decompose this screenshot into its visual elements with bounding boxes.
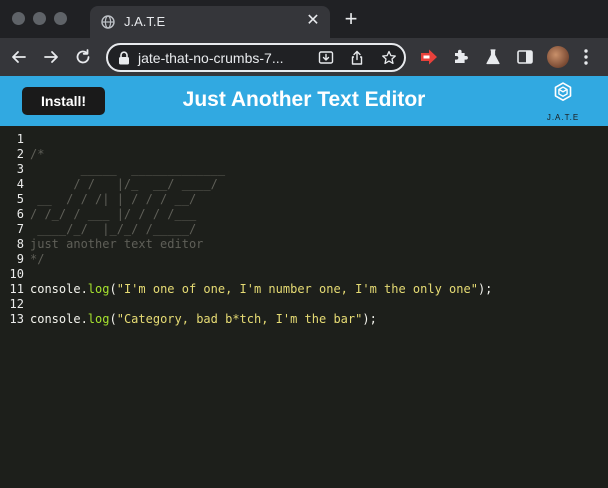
code-line[interactable]: 2 /* [0, 147, 608, 162]
code-line[interactable]: 1 [0, 132, 608, 147]
code-token-comment: _____ _____________ [30, 162, 226, 176]
line-content[interactable]: console.log("I'm one of one, I'm number … [30, 282, 492, 297]
code-token-comment: / / |/_ __/ ____/ [30, 177, 218, 191]
code-token-comment: */ [30, 252, 45, 266]
close-window-button[interactable] [12, 12, 25, 25]
browser-tab-strip: J.A.T.E ✕ + [0, 0, 608, 38]
code-line[interactable]: 11 console.log("I'm one of one, I'm numbe… [0, 282, 608, 297]
code-line[interactable]: 10 [0, 267, 608, 282]
new-tab-button[interactable]: + [340, 8, 362, 31]
code-editor[interactable]: 1 2/* 3 _____ _____________ 4 / / |/_ __/ _… [0, 126, 608, 488]
line-number: 8 [16, 237, 24, 251]
back-arrow-icon[interactable] [9, 47, 29, 67]
code-token-string: "I'm one of one, I'm number one, I'm the… [116, 282, 478, 296]
line-number: 6 [16, 207, 24, 221]
code-token-plain: console. [30, 282, 88, 296]
line-content[interactable]: just another text editor [30, 237, 203, 252]
line-number: 7 [16, 222, 24, 236]
bookmark-star-icon[interactable] [381, 50, 397, 66]
browser-tab-active[interactable]: J.A.T.E ✕ [90, 6, 330, 38]
line-number: 4 [16, 177, 24, 191]
line-content[interactable]: _____ _____________ [30, 162, 226, 177]
jate-logo: J.A.T.E [541, 81, 585, 125]
minimize-window-button[interactable] [33, 12, 46, 25]
code-token-comment: ____/_/ |_/_/ /_____/ [30, 222, 197, 236]
window-controls [12, 12, 67, 25]
install-button[interactable]: Install! [22, 87, 105, 115]
code-token-plain: ); [362, 312, 377, 326]
code-token-comment: /* [30, 147, 45, 161]
code-line[interactable]: 13 console.log("Category, bad b*tch, I'm … [0, 312, 608, 327]
forward-arrow-icon[interactable] [41, 47, 61, 67]
code-line[interactable]: 3 _____ _____________ [0, 162, 608, 177]
code-token-plain: console. [30, 312, 88, 326]
app-header: Install! Just Another Text Editor J.A.T.… [0, 76, 608, 126]
reload-icon[interactable] [73, 47, 93, 67]
code-token-comment: just another text editor [30, 237, 204, 251]
line-content[interactable]: __ / / /| | / / / __/ [30, 192, 196, 207]
side-panel-icon[interactable] [516, 48, 534, 66]
code-token-plain: ( [109, 312, 117, 326]
line-number: 2 [16, 147, 24, 161]
url-text[interactable]: jate-that-no-crumbs-7... [138, 50, 284, 66]
extensions-puzzle-icon[interactable] [452, 48, 470, 66]
code-line[interactable]: 7 ____/_/ |_/_/ /_____/ [0, 222, 608, 237]
share-icon[interactable] [349, 50, 365, 66]
line-number: 11 [9, 282, 24, 296]
line-content[interactable]: /* [30, 147, 44, 162]
code-line[interactable]: 9 */ [0, 252, 608, 267]
code-line[interactable]: 4 / / |/_ __/ ____/ [0, 177, 608, 192]
code-token-comment: __ / / /| | / / / __/ [30, 192, 197, 206]
code-token-method: log [87, 282, 110, 296]
line-content[interactable]: */ [30, 252, 44, 267]
more-menu-icon[interactable] [583, 48, 589, 66]
code-line[interactable]: 6 / /_/ / ___ |/ / / /___ [0, 207, 608, 222]
line-number: 9 [16, 252, 24, 266]
code-line[interactable]: 12 [0, 297, 608, 312]
address-bar[interactable]: jate-that-no-crumbs-7... [106, 43, 406, 72]
line-content[interactable]: ____/_/ |_/_/ /_____/ [30, 222, 196, 237]
line-number: 3 [16, 162, 24, 176]
line-number: 1 [16, 132, 24, 146]
install-app-icon[interactable] [318, 50, 334, 66]
line-content[interactable]: / / |/_ __/ ____/ [30, 177, 218, 192]
line-content[interactable]: console.log("Category, bad b*tch, I'm th… [30, 312, 377, 327]
labs-flask-icon[interactable] [484, 48, 502, 66]
code-token-method: log [87, 312, 110, 326]
code-token-plain: ( [109, 282, 117, 296]
logo-hexagon-icon [554, 82, 572, 102]
line-content[interactable]: / /_/ / ___ |/ / / /___ [30, 207, 196, 222]
tab-title: J.A.T.E [124, 14, 166, 29]
profile-avatar[interactable] [547, 46, 569, 68]
code-token-string: "Category, bad b*tch, I'm the bar" [116, 312, 363, 326]
logo-text: J.A.T.E [546, 113, 580, 122]
globe-icon [101, 15, 115, 29]
extension-red-arrow-icon[interactable] [420, 48, 438, 66]
close-tab-icon[interactable]: ✕ [304, 12, 322, 30]
line-number: 12 [9, 297, 24, 311]
code-line[interactable]: 8 just another text editor [0, 237, 608, 252]
lock-icon[interactable] [118, 51, 130, 65]
line-number: 13 [9, 312, 24, 326]
browser-toolbar: jate-that-no-crumbs-7... [0, 38, 608, 76]
line-number: 5 [16, 192, 24, 206]
code-token-comment: / /_/ / ___ |/ / / /___ [30, 207, 197, 221]
maximize-window-button[interactable] [54, 12, 67, 25]
line-number: 10 [9, 267, 24, 281]
code-line[interactable]: 5 __ / / /| | / / / __/ [0, 192, 608, 207]
code-token-plain: ); [477, 282, 493, 296]
